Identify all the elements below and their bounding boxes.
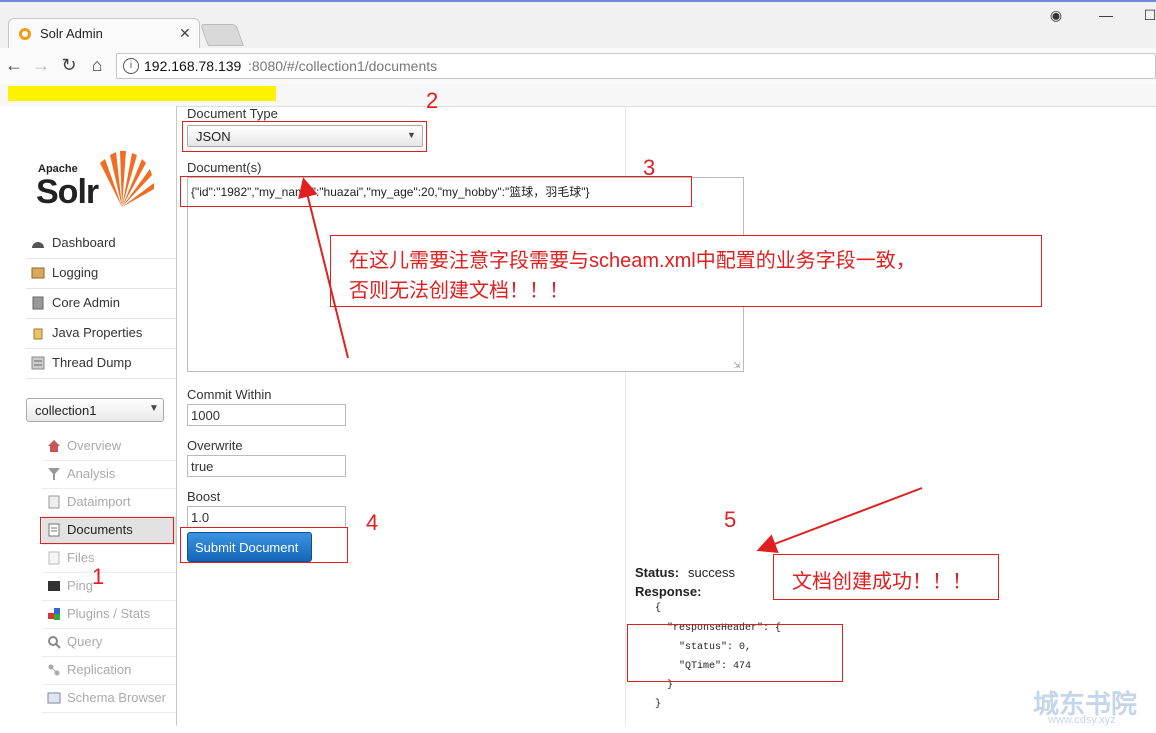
menu-logging[interactable]: Logging [26, 259, 176, 289]
core-menu-dataimport[interactable]: Dataimport [42, 489, 176, 517]
response-label: Response: [635, 584, 702, 599]
core-selector-value: collection1 [35, 403, 97, 418]
maximize-icon[interactable]: ☐ [1140, 6, 1156, 24]
annotation-box-documents-menu [40, 517, 174, 544]
menu-label: Java Properties [52, 325, 143, 340]
annotation-note-line: 否则无法创建文档！！！ [349, 280, 569, 302]
core-menu-label: Replication [67, 662, 132, 677]
boost-label: Boost [187, 489, 221, 504]
new-tab-button[interactable] [199, 24, 245, 46]
core-menu-label: Files [67, 550, 95, 565]
java-icon [31, 326, 45, 340]
profile-icon[interactable]: ◉ [1046, 6, 1066, 24]
watermark-url: www.cdsy.xyz [1048, 714, 1116, 726]
annotation-note-line: 在这儿需要注意字段需要与scheam.xml中配置的业务字段一致， [349, 250, 916, 272]
filter-icon [47, 467, 61, 481]
url-host: 192.168.78.139 [144, 58, 242, 74]
core-menu-label: Query [67, 634, 103, 649]
annotation-success-text: 文档创建成功！！！ [792, 571, 972, 593]
menu-dashboard[interactable]: Dashboard [26, 229, 176, 259]
status-value: success [688, 565, 735, 580]
core-menu-label: Dataimport [67, 494, 131, 509]
overwrite-input[interactable] [187, 455, 346, 477]
annotation-number: 2 [426, 88, 439, 113]
annotation-number: 1 [92, 564, 105, 589]
core-menu-plugins[interactable]: Plugins / Stats [42, 601, 176, 629]
core-menu-label: Plugins / Stats [67, 606, 151, 621]
annotation-box-response [627, 624, 843, 682]
core-menu-label: Analysis [67, 466, 116, 481]
solr-favicon-icon [18, 27, 32, 41]
response-line: } [655, 699, 662, 710]
home-icon [47, 439, 61, 453]
query-icon [47, 635, 61, 649]
core-menu-label: Schema Browser [67, 690, 166, 705]
address-bar[interactable]: i 192.168.78.139 :8080/#/collection1/doc… [116, 53, 1156, 79]
core-menu-files[interactable]: Files [42, 545, 176, 573]
document-type-label: Document Type [187, 106, 278, 121]
annotation-number: 4 [366, 510, 379, 535]
dashboard-icon [31, 236, 45, 250]
logo-solr: Solr [36, 173, 99, 211]
commit-within-label: Commit Within [187, 387, 272, 402]
files-icon [47, 551, 61, 565]
annotation-box-document-type [182, 121, 427, 152]
info-icon[interactable]: i [123, 58, 139, 74]
resize-handle-icon[interactable]: ⇲ [733, 360, 741, 371]
schema-icon [47, 691, 61, 705]
annotation-arrow [756, 487, 923, 554]
status-label: Status: [635, 565, 680, 580]
browser-tab[interactable]: Solr Admin ✕ [8, 18, 200, 49]
home-browser-icon[interactable]: ⌂ [86, 54, 108, 76]
logging-icon [31, 266, 45, 280]
menu-java-properties[interactable]: Java Properties [26, 319, 176, 349]
core-menu-label: Ping [67, 578, 94, 593]
reload-icon[interactable]: ↻ [58, 54, 80, 76]
menu-label: Logging [52, 265, 99, 280]
documents-label: Document(s) [187, 160, 262, 175]
forward-icon[interactable]: → [30, 54, 52, 76]
chevron-down-icon: ▼ [149, 403, 159, 414]
boost-input[interactable] [187, 506, 346, 528]
menu-label: Thread Dump [52, 355, 132, 370]
menu-label: Dashboard [52, 235, 116, 250]
solr-sun-icon [100, 151, 154, 207]
plugins-icon [47, 607, 61, 621]
menu-core-admin[interactable]: Core Admin [26, 289, 176, 319]
core-selector[interactable]: collection1 ▼ [26, 398, 164, 422]
core-menu-label: Overview [67, 438, 122, 453]
annotation-note-box: 在这儿需要注意字段需要与scheam.xml中配置的业务字段一致， 否则无法创建… [330, 235, 1042, 307]
annotation-success-box: 文档创建成功！！！ [773, 554, 999, 600]
core-menu-replication[interactable]: Replication [42, 657, 176, 685]
import-icon [47, 495, 61, 509]
content-divider [176, 106, 177, 726]
solr-logo[interactable]: Apache Solr [36, 147, 160, 211]
tab-close-icon[interactable]: ✕ [179, 25, 191, 42]
response-line: { [655, 603, 662, 614]
thread-dump-icon [31, 356, 45, 370]
core-menu-overview[interactable]: Overview [42, 433, 176, 461]
core-menu-ping[interactable]: Ping [42, 573, 176, 601]
minimize-icon[interactable]: — [1096, 6, 1116, 24]
annotation-box-submit [180, 527, 348, 563]
menu-label: Core Admin [52, 295, 120, 310]
core-menu-schema-browser[interactable]: Schema Browser [42, 685, 176, 713]
core-menu-analysis[interactable]: Analysis [42, 461, 176, 489]
url-path: :8080/#/collection1/documents [248, 58, 438, 74]
ping-icon [47, 579, 61, 593]
core-admin-icon [31, 296, 45, 310]
redaction-highlight [8, 86, 276, 101]
annotation-number: 3 [643, 155, 656, 180]
annotation-box-document-json [180, 176, 692, 207]
menu-thread-dump[interactable]: Thread Dump [26, 349, 176, 379]
overwrite-label: Overwrite [187, 438, 243, 453]
core-menu-query[interactable]: Query [42, 629, 176, 657]
back-icon[interactable]: ← [3, 54, 25, 76]
commit-within-input[interactable] [187, 404, 346, 426]
tab-title: Solr Admin [40, 26, 103, 41]
replication-icon [47, 663, 61, 677]
annotation-number: 5 [724, 507, 737, 532]
